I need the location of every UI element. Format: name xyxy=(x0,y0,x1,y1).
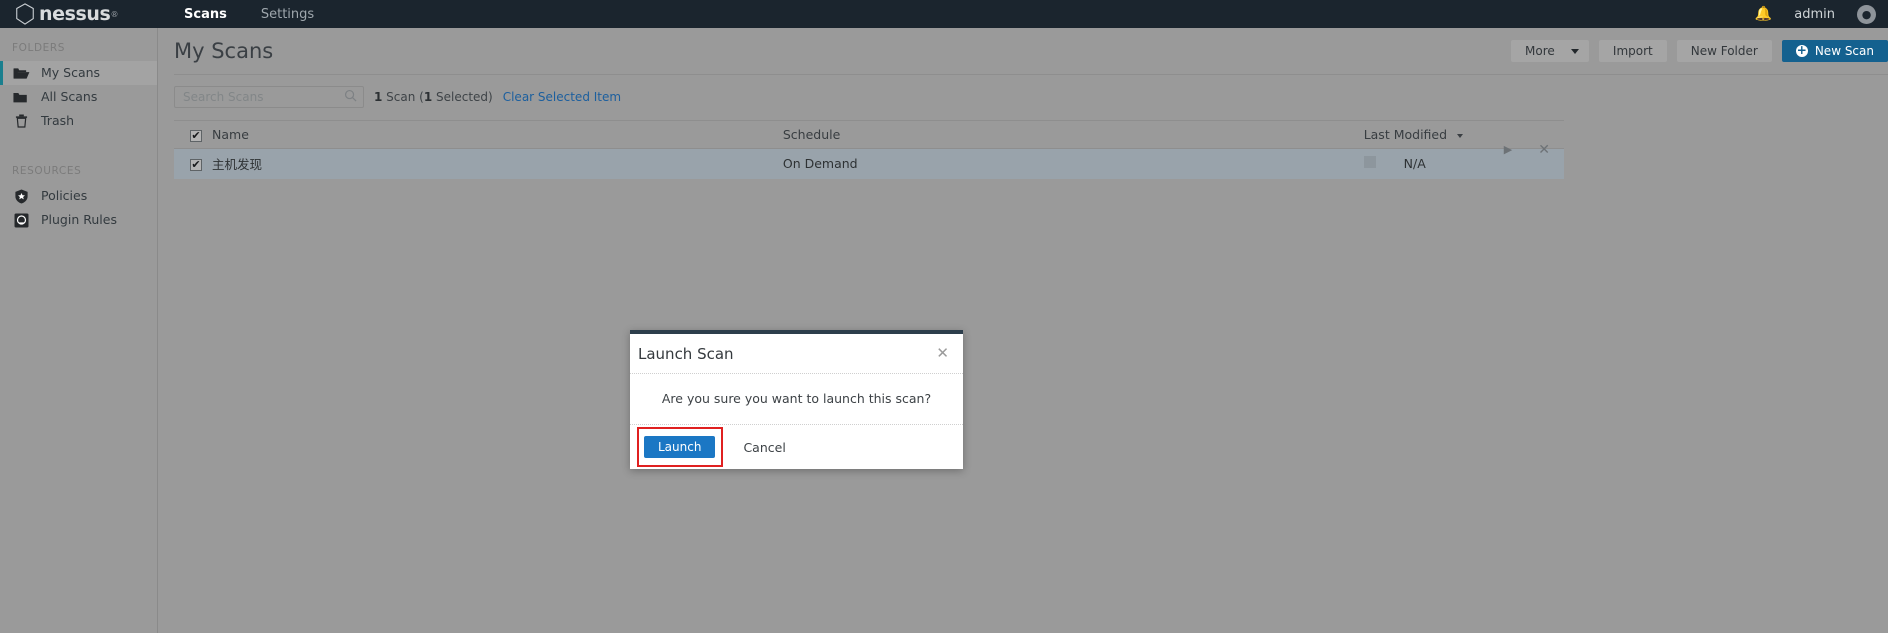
nav-item-scans[interactable]: Scans xyxy=(184,7,227,22)
sidebar-item-plugin-rules[interactable]: Plugin Rules xyxy=(0,208,157,232)
main-content: My Scans More Import New Folder + New Sc… xyxy=(158,28,1888,633)
page-header: My Scans More Import New Folder + New Sc… xyxy=(158,28,1888,74)
hexagon-logo-icon xyxy=(14,2,36,26)
user-name-label[interactable]: admin xyxy=(1794,7,1835,22)
table-row[interactable]: ✔ 主机发现 On Demand N/A xyxy=(174,148,1564,179)
check-icon: ✔ xyxy=(191,129,201,142)
scans-table: ✔ Name Schedule Last Modified ✔ 主机发现 On … xyxy=(174,120,1564,179)
more-button[interactable]: More xyxy=(1510,40,1589,62)
search-input[interactable] xyxy=(183,90,344,104)
clear-selected-item-link[interactable]: Clear Selected Item xyxy=(503,90,621,104)
nav-item-settings[interactable]: Settings xyxy=(261,7,314,22)
status-placeholder-icon xyxy=(1363,156,1376,169)
sidebar-item-trash[interactable]: Trash xyxy=(0,109,157,133)
search-box[interactable] xyxy=(174,86,364,108)
brand-logo[interactable]: nessus ® xyxy=(0,2,158,26)
sidebar-item-label: My Scans xyxy=(41,64,101,80)
row-last-modified-value: N/A xyxy=(1403,156,1426,172)
shield-star-icon xyxy=(12,188,30,204)
modal-message: Are you sure you want to launch this sca… xyxy=(661,391,932,406)
table-header-row: ✔ Name Schedule Last Modified xyxy=(174,120,1564,149)
main-nav-items: Scans Settings xyxy=(184,7,314,22)
sidebar-heading-folders: FOLDERS xyxy=(12,42,66,54)
launch-button-highlight: Launch xyxy=(637,427,724,467)
sidebar-item-label: Plugin Rules xyxy=(41,211,117,227)
scans-panel: 1 Scan (1 Selected) Clear Selected Item … xyxy=(158,74,1888,179)
column-header-last-modified-label: Last Modified xyxy=(1363,127,1448,142)
search-icon[interactable] xyxy=(344,89,357,105)
play-icon[interactable]: ▶ xyxy=(1504,143,1512,156)
modal-title: Launch Scan xyxy=(638,344,734,363)
launch-scan-modal: Launch Scan ✕ Are you sure you want to l… xyxy=(630,330,963,469)
sort-desc-caret-icon xyxy=(1457,133,1464,138)
scan-count-mid: Scan ( xyxy=(382,90,424,104)
select-all-checkbox[interactable]: ✔ xyxy=(190,129,202,142)
launch-button[interactable]: Launch xyxy=(644,436,716,458)
top-navigation-bar: nessus ® Scans Settings 🔔 admin ● xyxy=(0,0,1888,28)
folder-icon xyxy=(12,90,30,105)
sidebar-item-policies[interactable]: Policies xyxy=(0,184,157,208)
more-button-label: More xyxy=(1525,44,1555,58)
row-last-modified: N/A xyxy=(1363,148,1564,179)
row-select-checkbox[interactable]: ✔ xyxy=(190,158,202,172)
sidebar-item-label: Trash xyxy=(41,112,75,128)
new-scan-button-label: New Scan xyxy=(1814,44,1874,58)
app-root: nessus ® Scans Settings 🔔 admin ● FOLDER… xyxy=(0,0,1888,633)
close-icon[interactable]: ✕ xyxy=(936,346,949,361)
import-button[interactable]: Import xyxy=(1598,40,1667,62)
scans-table-body: ✔ 主机发现 On Demand N/A xyxy=(174,148,1564,179)
header-checkbox-cell: ✔ xyxy=(174,120,213,149)
row-checkbox-cell: ✔ xyxy=(174,148,213,179)
launch-scan-modal-wrapper: Launch Scan ✕ Are you sure you want to l… xyxy=(630,330,963,469)
sidebar: FOLDERS My Scans All Scans Trash RESOURC… xyxy=(0,28,158,633)
brand-trademark: ® xyxy=(110,9,119,19)
check-icon: ✔ xyxy=(191,158,201,172)
column-header-schedule[interactable]: Schedule xyxy=(782,120,1364,149)
folder-open-icon xyxy=(12,66,30,81)
cancel-button[interactable]: Cancel xyxy=(743,440,785,455)
chevron-down-icon xyxy=(1570,48,1579,54)
scans-table-head: ✔ Name Schedule Last Modified xyxy=(174,120,1564,149)
top-nav-right-group: 🔔 admin ● xyxy=(1755,4,1888,24)
plugin-icon xyxy=(12,213,30,228)
sidebar-heading-resources: RESOURCES xyxy=(12,165,82,177)
column-header-name[interactable]: Name xyxy=(212,120,783,149)
row-scan-name[interactable]: 主机发现 xyxy=(212,148,783,179)
sidebar-item-my-scans[interactable]: My Scans xyxy=(0,61,157,85)
sidebar-item-label: Policies xyxy=(41,187,88,203)
brand-name: nessus xyxy=(39,2,111,25)
sidebar-item-all-scans[interactable]: All Scans xyxy=(0,85,157,109)
new-scan-button[interactable]: + New Scan xyxy=(1781,40,1888,62)
row-schedule: On Demand xyxy=(782,148,1364,179)
modal-body: Are you sure you want to launch this sca… xyxy=(630,374,963,425)
page-action-buttons: More Import New Folder + New Scan xyxy=(1510,40,1888,62)
modal-footer: Launch Cancel xyxy=(630,425,963,469)
user-avatar-icon[interactable]: ● xyxy=(1857,4,1876,24)
trash-icon xyxy=(12,114,30,129)
notification-bell-icon[interactable]: 🔔 xyxy=(1755,6,1772,22)
scan-selected-number: 1 xyxy=(423,90,433,104)
close-icon[interactable]: ✕ xyxy=(1538,142,1550,158)
sidebar-item-label: All Scans xyxy=(41,88,98,104)
scan-count-suffix: Selected) xyxy=(432,90,493,104)
modal-header: Launch Scan ✕ xyxy=(630,334,963,374)
plus-circle-icon: + xyxy=(1795,43,1808,57)
scan-count-text: 1 Scan (1 Selected) xyxy=(374,90,493,104)
column-header-last-modified[interactable]: Last Modified xyxy=(1363,120,1564,149)
new-folder-button[interactable]: New Folder xyxy=(1676,40,1772,62)
scans-toolbar: 1 Scan (1 Selected) Clear Selected Item xyxy=(174,74,1888,112)
page-title: My Scans xyxy=(174,39,274,63)
